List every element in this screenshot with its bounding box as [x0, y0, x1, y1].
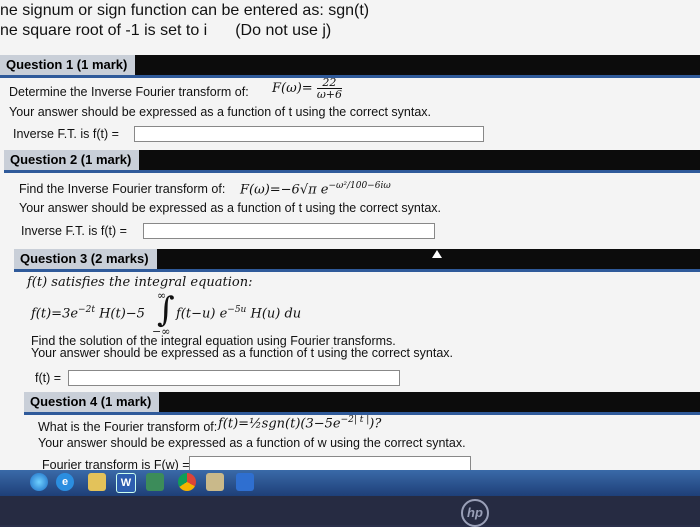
chrome-icon[interactable] [178, 473, 196, 491]
monitor-bezel: hp [0, 496, 700, 527]
paint-icon[interactable] [206, 473, 224, 491]
file-explorer-icon[interactable] [88, 473, 106, 491]
windows-taskbar: e W [0, 470, 700, 496]
signum-note: ne signum or sign function can be entere… [0, 2, 370, 19]
question-2-prompt: Find the Inverse Fourier transform of: [19, 182, 226, 196]
question-2-header: Question 2 (1 mark) [4, 150, 700, 173]
sqrt-note-extra: (Do not use j) [235, 22, 332, 39]
question-4-formula: f(t)=½sgn(t)(3−5e−2| t |)? [218, 415, 381, 431]
question-1-header: Question 1 (1 mark) [0, 55, 700, 78]
question-3-right-rest: H(u) du [250, 306, 302, 322]
sqrt-note: ne square root of -1 is set to i (Do not … [0, 22, 331, 40]
browser-page: ne signum or sign function can be entere… [0, 0, 700, 470]
question-1-label: Question 1 (1 mark) [0, 55, 136, 75]
hp-logo-icon: hp [461, 499, 489, 527]
question-1-answer-input[interactable] [134, 126, 484, 142]
question-3-formula-right: f(t−u) e−5u H(u) du [176, 305, 301, 321]
question-1-formula: F(ω)= 22 ω+6 [272, 77, 342, 100]
question-3-label: Question 3 (2 marks) [14, 249, 157, 269]
question-4-answer-label: Fourier transform is F(w) = [42, 458, 190, 470]
question-4-answer-input[interactable] [189, 456, 471, 470]
question-3-left-main: f(t)=3e [31, 306, 79, 322]
question-4-prompt: What is the Fourier transform of: [38, 420, 218, 434]
question-2-formula-main: F(ω)=−6√π e [240, 182, 329, 198]
question-2-formula: F(ω)=−6√π e−ω²/100−6iω [240, 181, 391, 197]
mouse-cursor-icon [432, 250, 442, 258]
question-3-right-exponent: −5u [227, 305, 247, 315]
question-1-fraction: 22 ω+6 [316, 77, 342, 101]
question-2-label: Question 2 (1 mark) [4, 150, 140, 170]
integral-sign-icon: ∫ [157, 290, 175, 330]
sqrt-note-text: ne square root of -1 is set to i [0, 22, 208, 39]
question-3-answer-label: f(t) = [35, 371, 62, 385]
question-1-denominator: ω+6 [316, 88, 342, 101]
question-3-instruction-2: Your answer should be expressed as a fun… [31, 346, 454, 360]
question-4-instruction: Your answer should be expressed as a fun… [38, 436, 466, 450]
question-4-formula-end: )? [369, 416, 382, 432]
question-4-header: Question 4 (1 mark) [24, 392, 700, 415]
question-1-formula-lhs: F(ω)= [272, 81, 313, 96]
internet-explorer-icon[interactable]: e [56, 473, 74, 491]
question-3-right-main: f(t−u) e [176, 306, 228, 322]
start-orb-icon[interactable] [30, 473, 48, 491]
question-1-prompt: Determine the Inverse Fourier transform … [9, 85, 249, 99]
question-2-instruction: Your answer should be expressed as a fun… [19, 201, 442, 215]
question-1-instruction: Your answer should be expressed as a fun… [9, 105, 432, 119]
question-1-answer-label: Inverse F.T. is f(t) = [13, 127, 119, 141]
question-2-answer-input[interactable] [143, 223, 435, 239]
question-3-answer-input[interactable] [68, 370, 400, 386]
question-3-formula-left: f(t)=3e−2t H(t)−5 [31, 305, 145, 321]
word-icon[interactable]: W [116, 473, 136, 493]
question-3-prompt: f(t) satisfies the integral equation: [27, 275, 253, 290]
question-3-left-rest: H(t)−5 [99, 306, 145, 322]
question-3-left-exponent: −2t [78, 305, 95, 315]
question-2-answer-label: Inverse F.T. is f(t) = [21, 224, 127, 238]
question-3-header: Question 3 (2 marks) [14, 249, 700, 272]
question-4-formula-exponent: −2| t | [340, 415, 370, 425]
question-4-label: Question 4 (1 mark) [24, 392, 160, 412]
shield-icon[interactable] [236, 473, 254, 491]
question-2-formula-exponent: −ω²/100−6iω [328, 181, 391, 191]
photos-icon[interactable] [146, 473, 164, 491]
question-4-formula-main: f(t)=½sgn(t)(3−5e [218, 416, 341, 432]
